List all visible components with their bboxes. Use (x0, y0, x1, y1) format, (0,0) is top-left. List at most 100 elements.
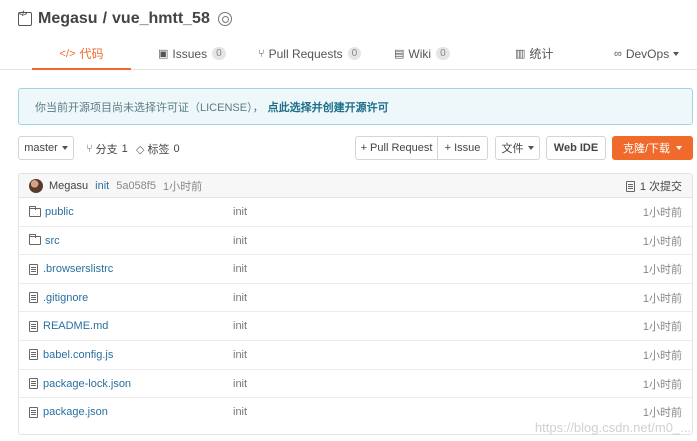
file-commit-message[interactable]: init (233, 312, 247, 340)
new-pull-request-button[interactable]: + Pull Request (355, 136, 438, 160)
wiki-icon: ▤ (394, 48, 405, 60)
code-icon: </> (59, 47, 76, 60)
chevron-down-icon (676, 146, 683, 150)
repo-code-icon (18, 11, 32, 26)
file-name[interactable]: .gitignore (43, 292, 88, 304)
file-name[interactable]: src (45, 235, 60, 247)
repo-owner[interactable]: Megasu (38, 10, 98, 27)
chevron-down-icon (673, 51, 680, 56)
file-icon (29, 263, 38, 275)
file-time: 1小时前 (642, 321, 682, 334)
tab-issues[interactable]: ▣ Issues 0 (158, 38, 226, 69)
pull-request-icon: ⑂ (258, 47, 265, 60)
new-issue-button[interactable]: + Issue (437, 136, 488, 160)
clone-download-button[interactable]: 克隆/下载 (612, 136, 693, 160)
table-row[interactable]: .browserslistrc init 1小时前 (19, 255, 692, 284)
repo-name[interactable]: vue_hmtt_58 (112, 10, 210, 27)
tags-link[interactable]: ◇ 标签 0 (136, 142, 180, 156)
files-dropdown[interactable]: 文件 (495, 136, 540, 160)
file-name[interactable]: package.json (43, 406, 108, 418)
files-label: 文件 (501, 143, 524, 155)
file-time: 1小时前 (642, 349, 682, 362)
tab-label: DevOps (625, 46, 670, 61)
tab-label: Issues (172, 46, 208, 61)
tab-label: Pull Requests (268, 46, 343, 61)
branch-name: master (24, 142, 58, 154)
license-notice: 你当前开源项目尚未选择许可证（LICENSE）， 点此选择并创建开源许可 (18, 88, 693, 125)
tab-label: Wiki (408, 46, 432, 61)
watermark: https://blog.csdn.net/m0_... (534, 420, 691, 435)
branches-label: 分支 (95, 144, 118, 156)
table-row[interactable]: README.md init 1小时前 (19, 312, 692, 341)
file-icon (29, 292, 38, 304)
file-time: 1小时前 (642, 292, 682, 305)
repo-header: Megasu/vue_hmtt_58 (18, 8, 232, 30)
repo-separator: / (102, 10, 108, 27)
file-time: 1小时前 (642, 207, 682, 219)
repo-tabs: </> 代码 ▣ Issues 0 ⑂ Pull Requests 0 ▤ Wi… (0, 38, 697, 70)
file-time: 1小时前 (642, 378, 682, 391)
table-row[interactable]: .gitignore init 1小时前 (19, 284, 692, 313)
file-commit-message[interactable]: init (233, 255, 247, 283)
folder-icon (29, 205, 41, 217)
table-row[interactable]: public init 1小时前 (19, 198, 692, 227)
file-commit-message[interactable]: init (233, 341, 247, 369)
file-name[interactable]: README.md (43, 320, 108, 332)
tag-icon: ◇ (136, 143, 145, 156)
tags-label: 标签 (147, 144, 170, 156)
file-name[interactable]: package-lock.json (43, 378, 131, 390)
table-row[interactable]: src init 1小时前 (19, 227, 692, 256)
web-ide-button[interactable]: Web IDE (546, 136, 606, 160)
file-name[interactable]: .browserslistrc (43, 263, 113, 275)
file-commit-message[interactable]: init (233, 398, 247, 426)
file-name[interactable]: babel.config.js (43, 349, 113, 361)
branch-icon: ⑂ (86, 143, 93, 155)
table-row[interactable]: babel.config.js init 1小时前 (19, 341, 692, 370)
file-icon (29, 349, 38, 361)
repo-title: Megasu / vue_hmtt_58 (38, 10, 210, 28)
file-icon (29, 406, 38, 418)
recommend-badge-icon (217, 12, 232, 26)
pull-requests-count-badge: 0 (347, 47, 362, 60)
chevron-down-icon (527, 146, 534, 150)
avatar[interactable] (29, 178, 43, 193)
file-time: 1小时前 (642, 264, 682, 277)
tags-count: 0 (173, 143, 180, 155)
file-name[interactable]: public (45, 206, 74, 218)
tab-devops[interactable]: ∞ DevOps (614, 38, 680, 69)
file-commit-message[interactable]: init (233, 198, 247, 226)
commit-author[interactable]: Megasu (49, 180, 88, 192)
table-row[interactable]: package-lock.json init 1小时前 (19, 370, 692, 399)
file-commit-message[interactable]: init (233, 284, 247, 312)
tab-label: 代码 (79, 47, 104, 61)
commit-count: 1 次提交 (639, 181, 682, 193)
file-icon (29, 378, 38, 390)
notice-text: 你当前开源项目尚未选择许可证（LICENSE）， (35, 101, 264, 114)
create-license-link[interactable]: 点此选择并创建开源许可 (268, 99, 389, 115)
clone-label: 克隆/下载 (622, 143, 671, 155)
branches-count: 1 (121, 143, 128, 155)
tab-label: 统计 (529, 47, 554, 61)
folder-icon (29, 234, 41, 246)
commits-icon (625, 180, 635, 192)
file-time: 1小时前 (642, 235, 682, 248)
tab-wiki[interactable]: ▤ Wiki 0 (394, 38, 450, 69)
branch-select[interactable]: master (18, 136, 74, 160)
file-icon (29, 320, 38, 332)
commit-time: 1小时前 (162, 180, 203, 193)
branches-link[interactable]: ⑂ 分支 1 (86, 142, 128, 156)
file-commit-message[interactable]: init (233, 370, 247, 398)
tab-stats[interactable]: ▥ 统计 (515, 38, 553, 69)
file-table: Megasu init 5a058f5 1小时前 1 次提交 public in… (18, 173, 693, 435)
wiki-count-badge: 0 (436, 47, 450, 60)
latest-commit-bar: Megasu init 5a058f5 1小时前 1 次提交 (19, 174, 692, 198)
commit-message[interactable]: init (95, 180, 109, 192)
infinity-icon: ∞ (614, 47, 622, 60)
tab-pull-requests[interactable]: ⑂ Pull Requests 0 (258, 38, 362, 69)
tab-code[interactable]: </> 代码 (32, 38, 131, 70)
stats-icon: ▥ (515, 48, 526, 60)
commit-count-link[interactable]: 1 次提交 (625, 174, 682, 198)
issues-count-badge: 0 (212, 47, 226, 60)
commit-sha[interactable]: 5a058f5 (116, 180, 156, 192)
file-commit-message[interactable]: init (233, 227, 247, 255)
